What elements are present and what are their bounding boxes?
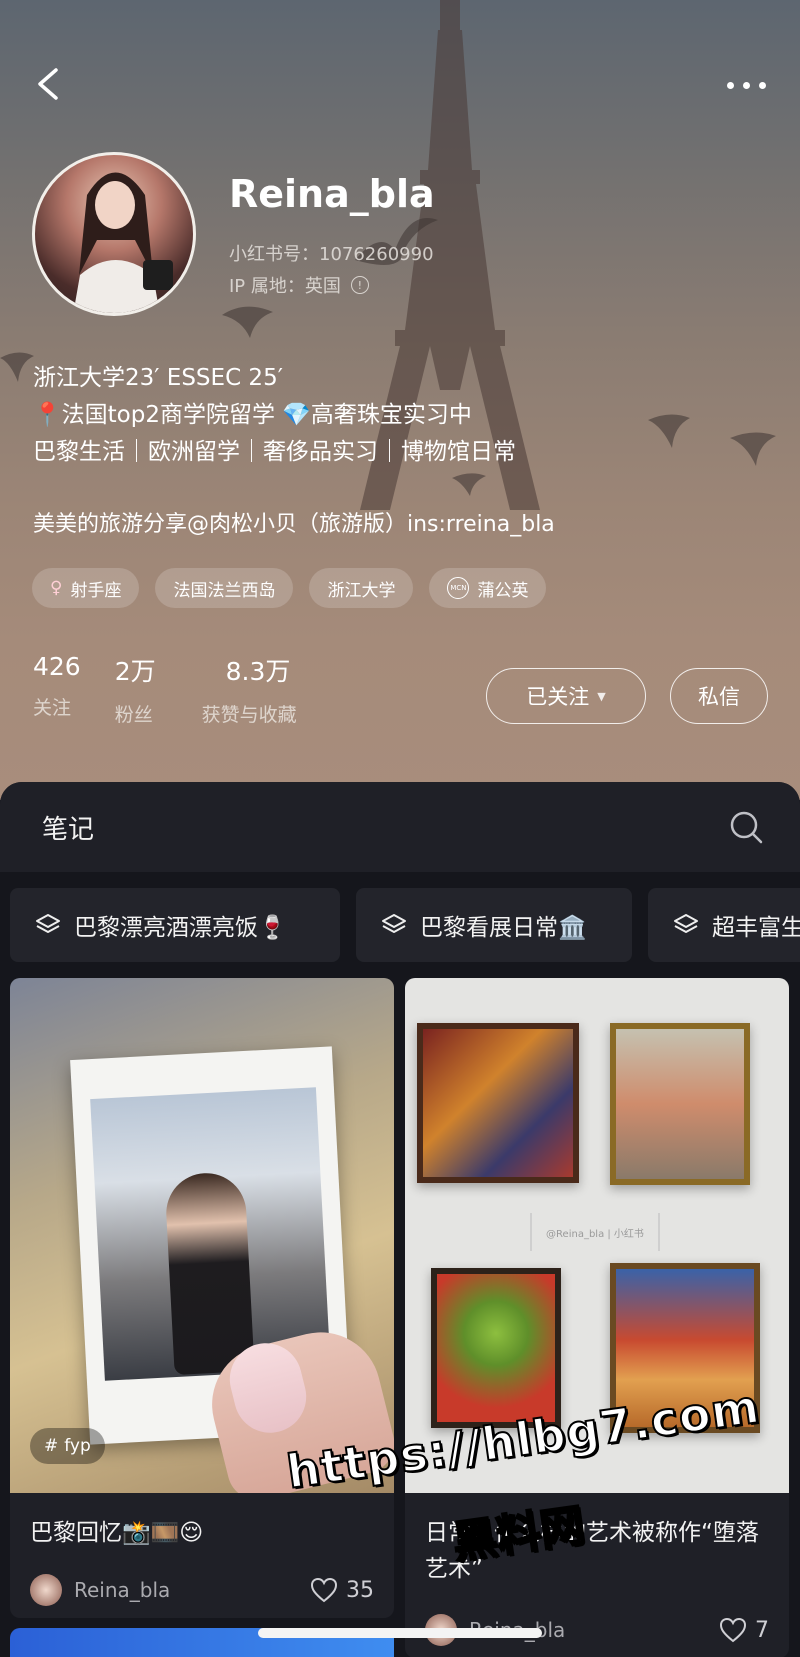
note-cover-image: # fyp (10, 978, 394, 1493)
more-dot-icon (742, 81, 750, 89)
layers-icon (382, 914, 406, 933)
tag-label: 浙江大学 (327, 580, 396, 601)
layers-icon (674, 914, 698, 933)
image-watermark: @Reina_bla | 小红书 (530, 1213, 660, 1251)
stat-number: 426 (33, 652, 81, 681)
tag-label: 射手座 (70, 580, 122, 601)
painting-image (417, 1023, 579, 1183)
album-list: 巴黎漂亮酒漂亮饭🍷 巴黎看展日常🏛️ 超丰富生 (10, 888, 800, 962)
layers-icon (36, 914, 60, 933)
bio-extra-line: 美美的旅游分享@肉松小贝（旅游版）ins:rreina_bla (33, 512, 555, 537)
profile-name: Reina_bla (229, 172, 435, 216)
tag-school[interactable]: 浙江大学 (309, 568, 414, 608)
topic-label: fyp (64, 1436, 91, 1456)
album-item[interactable]: 巴黎漂亮酒漂亮饭🍷 (10, 888, 340, 962)
like-count: 7 (755, 1617, 769, 1643)
like-count: 35 (346, 1577, 374, 1603)
painting-image (610, 1023, 750, 1185)
profile-bio: 浙江大学23′ ESSEC 25′ 📍法国top2商学院留学 💎高奢珠宝实习中 … (33, 360, 516, 471)
bio-line: 📍法国top2商学院留学 💎高奢珠宝实习中 (33, 402, 472, 428)
like-button[interactable]: 7 (719, 1617, 769, 1643)
heart-icon (310, 1577, 338, 1603)
note-author[interactable]: Reina_bla (30, 1574, 170, 1606)
notes-panel: 笔记 巴黎漂亮酒漂亮饭🍷 巴黎看展日常🏛️ 超丰富生 # fyp 巴黎回忆📸🎞️… (0, 782, 800, 1657)
follow-button[interactable]: 已关注 ▼ (486, 668, 646, 724)
bird-image (222, 306, 273, 338)
author-name: Reina_bla (74, 1578, 171, 1602)
stat-likes[interactable]: 8.3万 获赞与收藏 (202, 652, 297, 727)
stat-label: 粉丝 (114, 704, 153, 726)
topic-badge[interactable]: # fyp (30, 1428, 105, 1464)
hashtag-icon: # (44, 1436, 59, 1456)
person-figure (164, 1171, 255, 1376)
bio-line: 浙江大学23′ ESSEC 25′ (33, 365, 283, 391)
album-label: 巴黎漂亮酒漂亮饭🍷 (74, 915, 287, 941)
mcn-icon: MCN (447, 577, 470, 599)
like-button[interactable]: 35 (310, 1577, 374, 1603)
avatar (30, 1574, 62, 1606)
note-title: 巴黎回忆📸🎞️😌 (30, 1520, 204, 1546)
caret-down-icon: ▼ (597, 689, 606, 703)
message-label: 私信 (698, 685, 740, 709)
stat-label: 获赞与收藏 (201, 704, 297, 726)
stat-followers[interactable]: 2万 粉丝 (115, 652, 156, 727)
bio-line: 巴黎生活｜欧洲留学｜奢侈品实习｜博物馆日常 (33, 439, 516, 465)
album-label: 超丰富生 (712, 915, 800, 941)
tag-zodiac[interactable]: ♀ 射手座 (32, 568, 140, 608)
ip-location: IP 属地：英国 ! (229, 272, 369, 298)
follow-label: 已关注 (526, 685, 590, 709)
tag-mcn[interactable]: MCN 蒲公英 (429, 568, 547, 608)
more-dot-icon (758, 81, 766, 89)
bird-image (452, 473, 486, 496)
bird-image (0, 352, 34, 382)
painting-image (431, 1268, 561, 1428)
album-item[interactable]: 超丰富生 (648, 888, 800, 962)
bird-image (648, 414, 690, 448)
album-label: 巴黎看展日常🏛️ (420, 915, 587, 941)
avatar[interactable] (32, 152, 196, 316)
chevron-left-icon (38, 68, 58, 100)
profile-stats: 426 关注 2万 粉丝 8.3万 获赞与收藏 (33, 652, 297, 727)
message-button[interactable]: 私信 (670, 668, 768, 724)
ip-location-text: IP 属地：英国 (229, 276, 341, 297)
bird-image (730, 432, 776, 466)
stat-following[interactable]: 426 关注 (33, 652, 81, 727)
tag-location[interactable]: 法国法兰西岛 (155, 568, 294, 608)
more-dot-icon (726, 81, 734, 89)
notes-tab[interactable]: 笔记 (42, 809, 94, 846)
info-icon[interactable]: ! (350, 276, 369, 294)
home-indicator[interactable] (258, 1628, 542, 1638)
stat-number: 2万 (114, 657, 156, 686)
female-icon: ♀ (50, 578, 63, 598)
more-options-button[interactable] (720, 70, 772, 100)
stat-number: 8.3万 (225, 657, 291, 686)
album-item[interactable]: 巴黎看展日常🏛️ (356, 888, 632, 962)
stat-label: 关注 (33, 697, 72, 719)
note-footer: Reina_bla 35 (30, 1574, 374, 1606)
back-button[interactable] (28, 62, 72, 106)
tag-label: 蒲公英 (477, 580, 529, 601)
tag-label: 法国法兰西岛 (173, 580, 276, 601)
profile-tags: ♀ 射手座 法国法兰西岛 浙江大学 MCN 蒲公英 (32, 568, 547, 608)
heart-icon (719, 1617, 747, 1643)
note-card[interactable]: # fyp 巴黎回忆📸🎞️😌 Reina_bla 35 (10, 978, 394, 1618)
profile-id: 小红书号：1076260990 (229, 244, 434, 265)
search-icon[interactable] (726, 807, 766, 847)
notes-header: 笔记 (0, 782, 800, 872)
avatar-photo (73, 172, 173, 313)
